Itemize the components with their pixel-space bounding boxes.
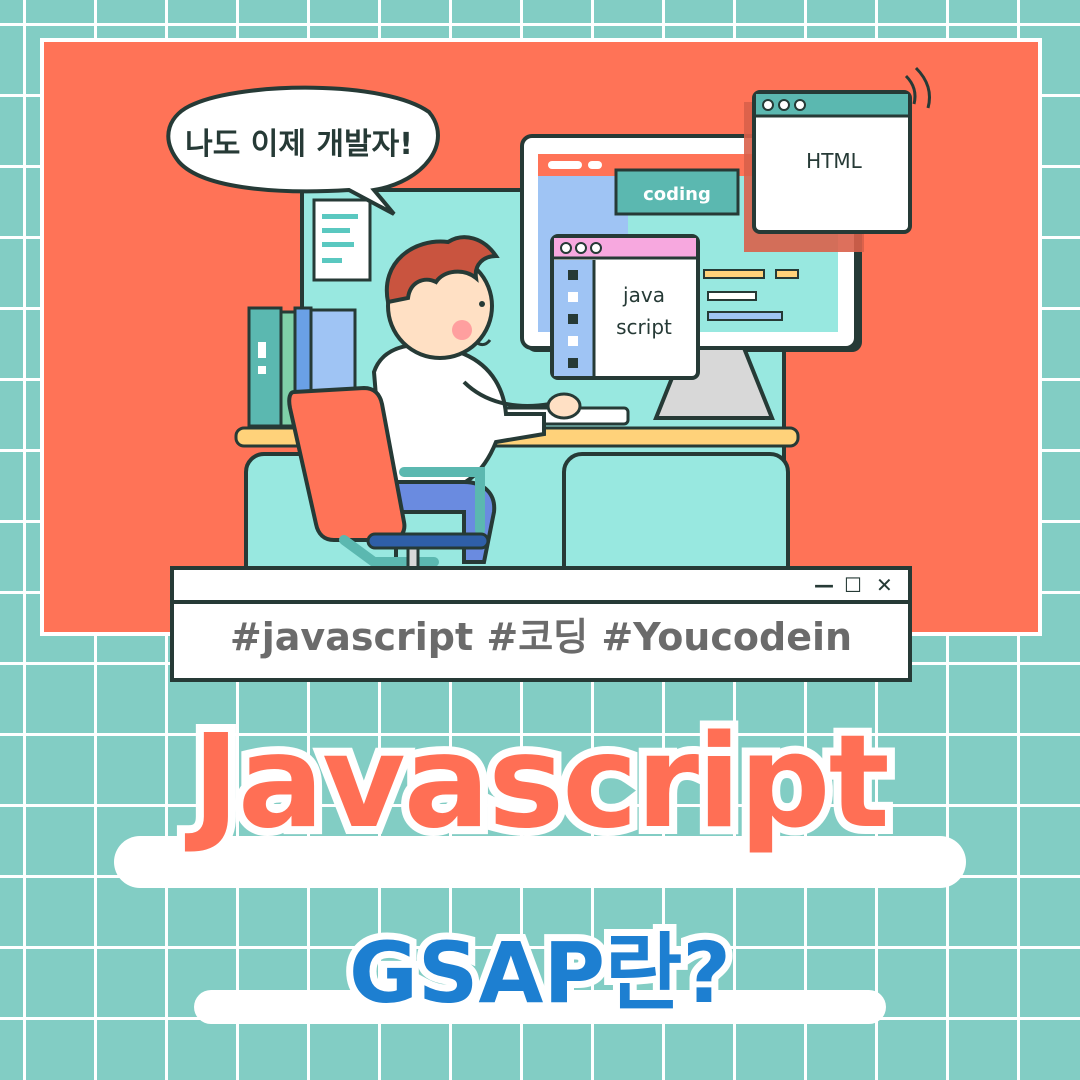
maximize-icon[interactable]: ☐ xyxy=(844,574,862,596)
hashtag-text: #javascript #코딩 #Youcodein xyxy=(229,615,853,659)
javascript-window-line2: script xyxy=(616,315,672,339)
hashtag-window-titlebar: — ☐ ✕ xyxy=(174,570,908,604)
javascript-window: java script xyxy=(550,234,700,380)
developer-illustration: 나도 이제 개발자! coding HTML java script xyxy=(166,66,931,632)
html-window-text: HTML xyxy=(806,149,863,173)
html-window: HTML xyxy=(744,66,931,252)
title-main: Javascript xyxy=(184,700,898,865)
title-sub: GSAP란? xyxy=(342,917,738,1029)
coding-window-text: coding xyxy=(643,184,711,205)
coding-window: coding xyxy=(614,168,740,216)
wall-note xyxy=(312,198,372,282)
javascript-window-line1: java xyxy=(622,283,665,307)
close-icon[interactable]: ✕ xyxy=(876,574,893,596)
hashtag-window: — ☐ ✕ #javascript #코딩 #Youcodein xyxy=(170,566,912,682)
minimize-icon[interactable]: — xyxy=(814,574,834,596)
speech-bubble-text: 나도 이제 개발자! xyxy=(185,127,413,162)
hero-illustration: 나도 이제 개발자! coding HTML java script xyxy=(40,38,1042,636)
